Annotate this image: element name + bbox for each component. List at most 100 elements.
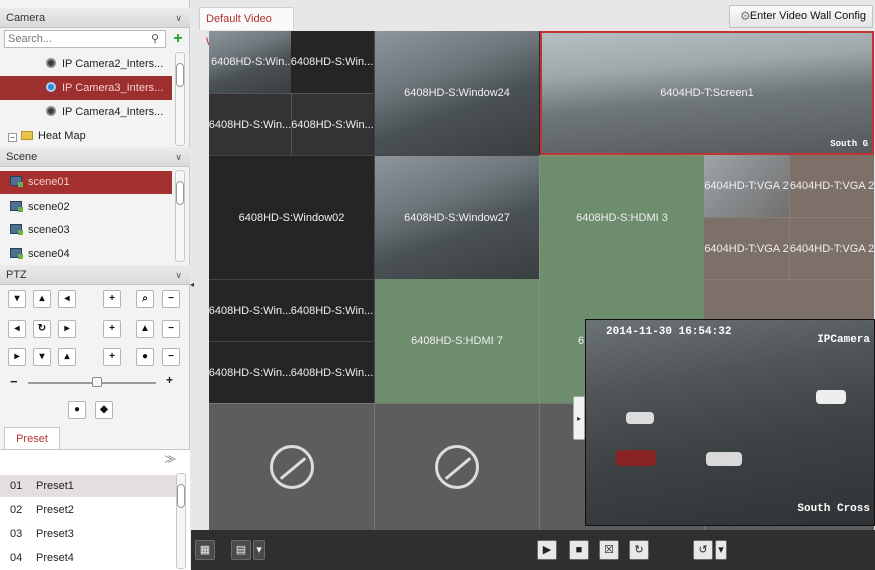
- speed-plus-icon[interactable]: +: [166, 373, 173, 387]
- clear-window-icon[interactable]: ☒: [599, 540, 619, 560]
- iris-icon[interactable]: ●: [136, 348, 154, 366]
- camera-item-label: IP Camera3_Inters...: [62, 82, 164, 94]
- search-input[interactable]: [4, 30, 166, 48]
- camera-scrollbar[interactable]: [175, 52, 185, 146]
- zoom-in-button[interactable]: +: [103, 290, 121, 308]
- wall-window-selected[interactable]: 6404HD-T:Screen1 South G: [540, 31, 874, 155]
- scene-item[interactable]: scene03: [0, 219, 172, 242]
- wall-window[interactable]: 6408HD-S:HDMI 3: [539, 155, 704, 279]
- wall-window[interactable]: 6408HD-S:Window27: [374, 155, 539, 279]
- dropdown-arrow-icon[interactable]: ▾: [253, 540, 265, 560]
- speed-slider-knob[interactable]: [92, 377, 102, 387]
- enter-video-wall-config-button[interactable]: ⚙ Enter Video Wall Config: [729, 5, 873, 28]
- wall-window[interactable]: 6408HD-S:Win...: [291, 31, 373, 93]
- wall-window[interactable]: 6408HD-S:Window02: [209, 155, 374, 279]
- ptz-section-title: PTZ: [6, 269, 27, 281]
- wiper-icon[interactable]: ◆: [95, 401, 113, 419]
- window-label: 6408HD-S:Win...: [291, 366, 373, 379]
- wall-window[interactable]: 6408HD-S:Win...: [209, 93, 291, 155]
- scene-section-header[interactable]: Scene ∨: [0, 147, 190, 167]
- collapse-icon[interactable]: −: [8, 133, 17, 142]
- osd-timestamp: 2014-11-30 16:54:32: [606, 326, 732, 338]
- scene-scrollbar[interactable]: [175, 170, 185, 262]
- camera-item[interactable]: IP Camera4_Inters...: [0, 100, 172, 124]
- play-icon[interactable]: ▶: [537, 540, 557, 560]
- heat-map-group[interactable]: − Heat Map: [0, 124, 172, 148]
- gear-icon: ⚙: [740, 9, 751, 23]
- ptz-down-button[interactable]: ▾: [33, 348, 51, 366]
- collapse-preview-tab[interactable]: ▸: [573, 396, 585, 440]
- wall-window[interactable]: 6408HD-S:Win...: [291, 341, 373, 403]
- wall-window[interactable]: 6408HD-S:Win...: [209, 341, 291, 403]
- layout-icon[interactable]: ▦: [195, 540, 215, 560]
- chevron-down-icon: ∨: [175, 152, 182, 162]
- preset-row[interactable]: 03 Preset3: [0, 523, 176, 545]
- camera-icon: [46, 106, 56, 116]
- preset-row-selected[interactable]: 01 Preset1: [0, 475, 176, 497]
- camera-item-selected[interactable]: IP Camera3_Inters...: [0, 76, 172, 100]
- preset-row[interactable]: 04 Preset4: [0, 547, 176, 569]
- window-label: 6: [578, 335, 585, 347]
- car-shape: [706, 452, 742, 466]
- search-icon[interactable]: ⚲: [147, 31, 163, 47]
- scene-item-label: scene04: [28, 248, 70, 260]
- camera-section-header[interactable]: Camera ∨: [0, 8, 190, 28]
- ptz-up-right-button[interactable]: ◂: [58, 290, 76, 308]
- tab-default-video-wall[interactable]: Default Video Wall: [199, 7, 294, 48]
- loop-icon[interactable]: ↺: [693, 540, 713, 560]
- wall-window-no-signal[interactable]: [209, 403, 374, 530]
- ptz-up-button[interactable]: ▴: [33, 290, 51, 308]
- ptz-section-header[interactable]: PTZ ∨: [0, 265, 190, 285]
- wall-window[interactable]: 6408HD-S:Win...: [209, 31, 291, 93]
- light-icon[interactable]: ●: [68, 401, 86, 419]
- wall-window[interactable]: 6404HD-T:VGA 2: [789, 217, 874, 279]
- preset-number: 04: [10, 552, 23, 564]
- dropdown-arrow-icon[interactable]: ▾: [715, 540, 727, 560]
- wall-window[interactable]: 6408HD-S:HDMI 7: [374, 279, 539, 403]
- floating-preview-window[interactable]: 2014-11-30 16:54:32 IPCamera South Cross: [585, 319, 875, 526]
- add-icon[interactable]: +: [170, 30, 186, 48]
- stop-icon[interactable]: ■: [569, 540, 589, 560]
- preset-label: Preset4: [36, 552, 74, 564]
- preset-number: 01: [10, 480, 23, 492]
- ptz-down-left-button[interactable]: ▸: [8, 348, 26, 366]
- ptz-right-button[interactable]: ▸: [58, 320, 76, 338]
- ptz-left-button[interactable]: ◂: [8, 320, 26, 338]
- zoom-out-button[interactable]: −: [162, 290, 180, 308]
- scrollbar-thumb[interactable]: [176, 63, 184, 87]
- window-label: 6408HD-S:HDMI 7: [411, 335, 503, 347]
- iris-open-button[interactable]: +: [103, 348, 121, 366]
- scene-item-selected[interactable]: scene01: [0, 171, 172, 194]
- window-label: 6408HD-S:Window02: [238, 211, 345, 224]
- focus-icon[interactable]: ▲: [136, 320, 154, 338]
- wall-window[interactable]: 6404HD-T:VGA 2: [704, 217, 789, 279]
- refresh-icon[interactable]: ↻: [629, 540, 649, 560]
- focus-far-button[interactable]: −: [162, 320, 180, 338]
- preset-row[interactable]: 02 Preset2: [0, 499, 176, 521]
- call-preset-icon[interactable]: ⨠: [164, 454, 176, 465]
- tab-preset[interactable]: Preset: [4, 427, 60, 449]
- scrollbar-thumb[interactable]: [177, 484, 185, 508]
- preset-scrollbar[interactable]: [176, 473, 186, 569]
- ptz-up-left-button[interactable]: ▾: [8, 290, 26, 308]
- wall-window[interactable]: 6408HD-S:Win...: [209, 279, 291, 341]
- speed-minus-icon[interactable]: −: [10, 374, 18, 389]
- wall-window[interactable]: 6408HD-S:Win...: [291, 93, 373, 155]
- auto-rotate-icon[interactable]: ↻: [33, 320, 51, 338]
- wall-window[interactable]: 6404HD-T:VGA 2: [789, 155, 874, 217]
- focus-near-button[interactable]: +: [103, 320, 121, 338]
- wall-window-no-signal[interactable]: [374, 403, 539, 530]
- chevron-down-icon: ∨: [175, 270, 182, 280]
- screen-icon[interactable]: ▤: [231, 540, 251, 560]
- wall-window[interactable]: 6404HD-T:VGA 2: [704, 155, 789, 217]
- scene-item[interactable]: scene04: [0, 243, 172, 266]
- left-panel-collapse-icon[interactable]: ◂: [190, 280, 196, 300]
- ptz-down-right-button[interactable]: ▴: [58, 348, 76, 366]
- scene-item[interactable]: scene02: [0, 196, 172, 219]
- camera-item[interactable]: IP Camera2_Inters...: [0, 52, 172, 76]
- zoom-icon[interactable]: ⌕: [136, 290, 154, 308]
- wall-window[interactable]: 6408HD-S:Window24: [374, 31, 539, 155]
- wall-window[interactable]: 6408HD-S:Win...: [291, 279, 373, 341]
- scrollbar-thumb[interactable]: [176, 181, 184, 205]
- iris-close-button[interactable]: −: [162, 348, 180, 366]
